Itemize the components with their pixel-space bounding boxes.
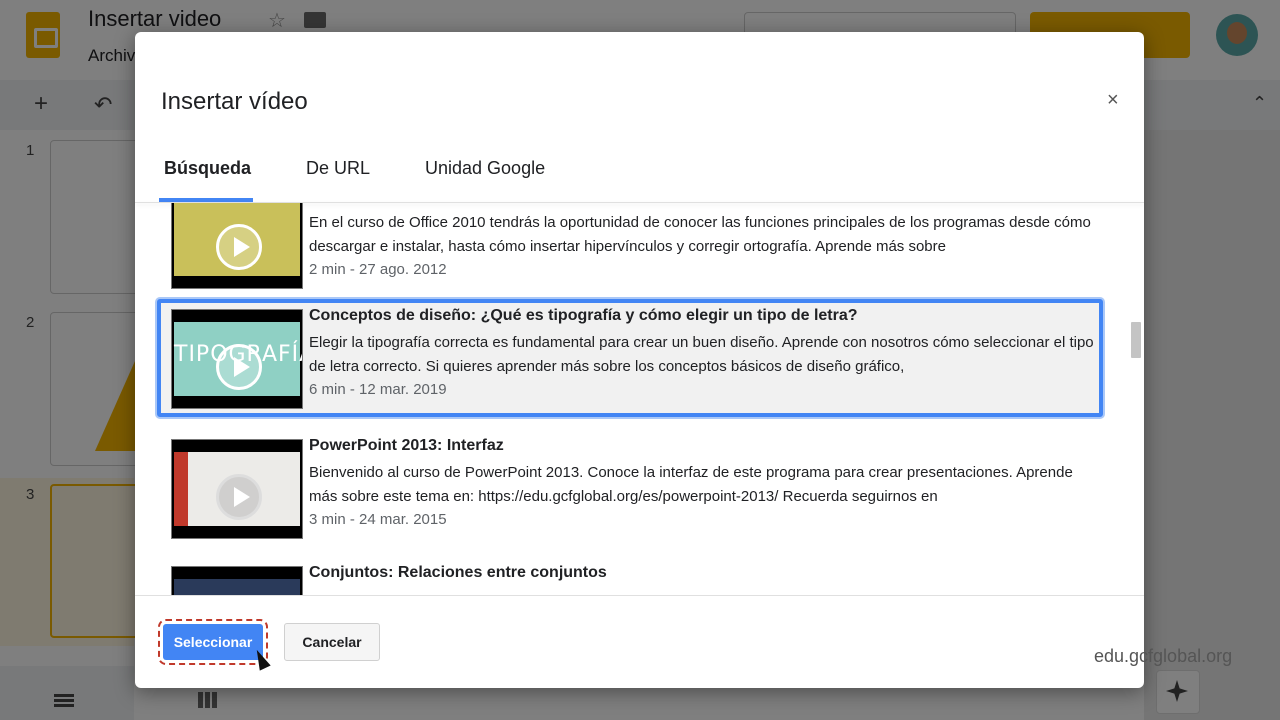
thumbnail-image — [174, 579, 300, 595]
cancel-button[interactable]: Cancelar — [284, 623, 380, 661]
video-results-list[interactable]: En el curso de Office 2010 tendrás la op… — [135, 203, 1144, 595]
watermark: edu.gcfglobal.org — [1094, 646, 1233, 666]
footer-divider — [135, 595, 1144, 596]
video-thumbnail: TIPOGRAFÍA. — [171, 309, 303, 409]
video-thumbnail — [171, 203, 303, 289]
video-meta: 2 min - 27 ago. 2012 — [309, 261, 447, 278]
tab-url[interactable]: De URL — [306, 158, 370, 179]
tab-search[interactable]: Búsqueda — [164, 158, 251, 179]
video-result[interactable]: En el curso de Office 2010 tendrás la op… — [157, 203, 1103, 297]
video-meta: 3 min - 24 mar. 2015 — [309, 511, 447, 528]
video-thumbnail — [171, 566, 303, 595]
video-title: Conceptos de diseño: ¿Qué es tipografía … — [309, 307, 858, 324]
play-icon — [216, 474, 262, 520]
video-title: Conjuntos: Relaciones entre conjuntos — [309, 564, 607, 581]
video-description: Bienvenido al curso de PowerPoint 2013. … — [309, 464, 1073, 505]
play-icon — [216, 224, 262, 270]
insert-video-dialog: Insertar vídeo × Búsqueda De URL Unidad … — [135, 32, 1144, 688]
tab-bar: Búsqueda De URL Unidad Google — [135, 144, 1144, 204]
dialog-title: Insertar vídeo — [161, 88, 308, 115]
video-description — [309, 588, 1099, 595]
video-result[interactable]: PowerPoint 2013: Interfaz Bienvenido al … — [157, 429, 1103, 547]
thumbnail-sidebar — [174, 452, 188, 526]
thumbnail-image: TIPOGRAFÍA. — [174, 322, 302, 396]
video-description: Elegir la tipografía correcta es fundame… — [309, 334, 1094, 375]
thumbnail-image — [174, 452, 300, 526]
thumbnail-image — [174, 203, 300, 276]
video-result-selected[interactable]: TIPOGRAFÍA. Conceptos de diseño: ¿Qué es… — [157, 299, 1103, 417]
video-meta: 6 min - 12 mar. 2019 — [309, 381, 447, 398]
video-thumbnail — [171, 439, 303, 539]
results-scrollbar[interactable] — [1131, 322, 1141, 358]
video-title: PowerPoint 2013: Interfaz — [309, 437, 504, 454]
video-description: En el curso de Office 2010 tendrás la op… — [309, 214, 1091, 255]
mouse-cursor-icon — [251, 647, 271, 671]
select-button[interactable]: Seleccionar — [158, 619, 268, 665]
video-result[interactable]: Conjuntos: Relaciones entre conjuntos — [157, 556, 1103, 595]
tab-google-drive[interactable]: Unidad Google — [425, 158, 545, 179]
play-icon — [216, 344, 262, 390]
close-icon[interactable]: × — [1107, 90, 1119, 110]
